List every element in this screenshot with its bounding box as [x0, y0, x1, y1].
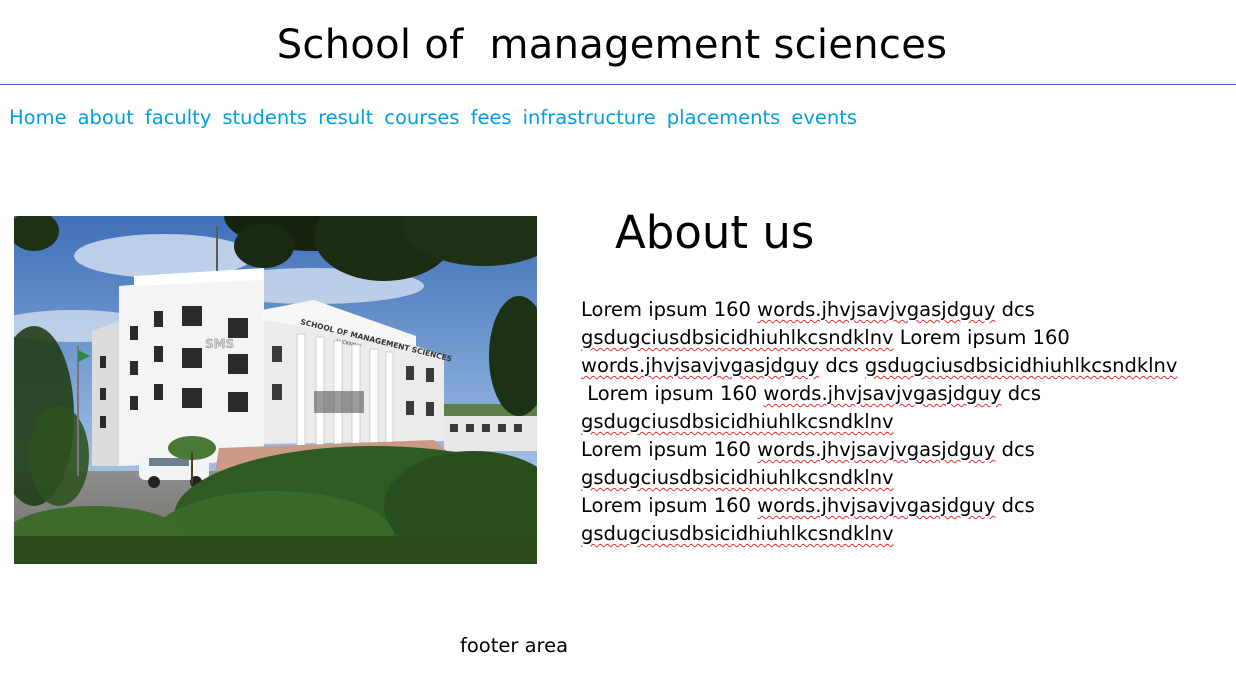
paragraph-text: Lorem ipsum 160: [581, 298, 758, 321]
paragraph-text: dcs: [1001, 382, 1042, 405]
paragraph-text: dcs: [995, 298, 1035, 321]
misspelled-word: words.jhvjsavjvgasjdguy: [763, 382, 1002, 405]
misspelled-word: words.jhvjsavjvgasjdguy: [757, 298, 996, 321]
nav-link-about[interactable]: about: [78, 106, 134, 129]
about-paragraph: Lorem ipsum 160 words.jhvjsavjvgasjdguy …: [581, 436, 1181, 492]
about-paragraph: words.jhvjsavjvgasjdguy dcs gsdugciusdbs…: [581, 352, 1181, 380]
misspelled-word: words.jhvjsavjvgasjdguy: [757, 494, 996, 517]
about-paragraph: Lorem ipsum 160 words.jhvjsavjvgasjdguy …: [581, 492, 1181, 548]
building-logo-text: SMS: [205, 337, 234, 351]
misspelled-word: gsdugciusdbsicidhiuhlkcsndklnv: [581, 466, 894, 489]
misspelled-word: words.jhvjsavjvgasjdguy: [757, 438, 996, 461]
nav-link-result[interactable]: result: [318, 106, 373, 129]
paragraph-text: Lorem ipsum 160: [581, 382, 764, 405]
paragraph-text: Lorem ipsum 160: [581, 438, 758, 461]
nav-link-fees[interactable]: fees: [471, 106, 512, 129]
nav-link-infrastructure[interactable]: infrastructure: [523, 106, 656, 129]
nav-link-courses[interactable]: courses: [384, 106, 459, 129]
about-body: Lorem ipsum 160 words.jhvjsavjvgasjdguy …: [581, 296, 1181, 548]
misspelled-word: gsdugciusdbsicidhiuhlkcsndklnv: [581, 522, 894, 545]
about-paragraph: Lorem ipsum 160 words.jhvjsavjvgasjdguy …: [581, 296, 1181, 352]
misspelled-word: gsdugciusdbsicidhiuhlkcsndklnv: [864, 354, 1178, 377]
paragraph-text: Lorem ipsum 160: [893, 326, 1070, 349]
about-heading: About us: [615, 206, 815, 259]
paragraph-text: dcs: [995, 438, 1035, 461]
main-nav: Home about faculty students result cours…: [9, 106, 857, 129]
campus-building-photo: SCHOOL OF MANAGEMENT SCIENCES LUCKNOW SM…: [14, 216, 537, 564]
nav-link-faculty[interactable]: faculty: [145, 106, 212, 129]
page: School of management sciences Home about…: [0, 0, 1236, 677]
about-paragraph: Lorem ipsum 160 words.jhvjsavjvgasjdguy …: [581, 380, 1181, 436]
title-divider: [0, 84, 1236, 85]
paragraph-text: dcs: [819, 354, 865, 377]
nav-link-home[interactable]: Home: [9, 106, 67, 129]
misspelled-word: words.jhvjsavjvgasjdguy: [581, 354, 820, 377]
paragraph-text: dcs: [995, 494, 1035, 517]
misspelled-word: gsdugciusdbsicidhiuhlkcsndklnv: [581, 326, 894, 349]
paragraph-text: Lorem ipsum 160: [581, 494, 758, 517]
footer-text: footer area: [460, 634, 569, 657]
nav-link-placements[interactable]: placements: [667, 106, 781, 129]
misspelled-word: gsdugciusdbsicidhiuhlkcsndklnv: [581, 410, 894, 433]
site-title: School of management sciences: [276, 22, 948, 68]
nav-link-students[interactable]: students: [222, 106, 307, 129]
nav-link-events[interactable]: events: [791, 106, 857, 129]
